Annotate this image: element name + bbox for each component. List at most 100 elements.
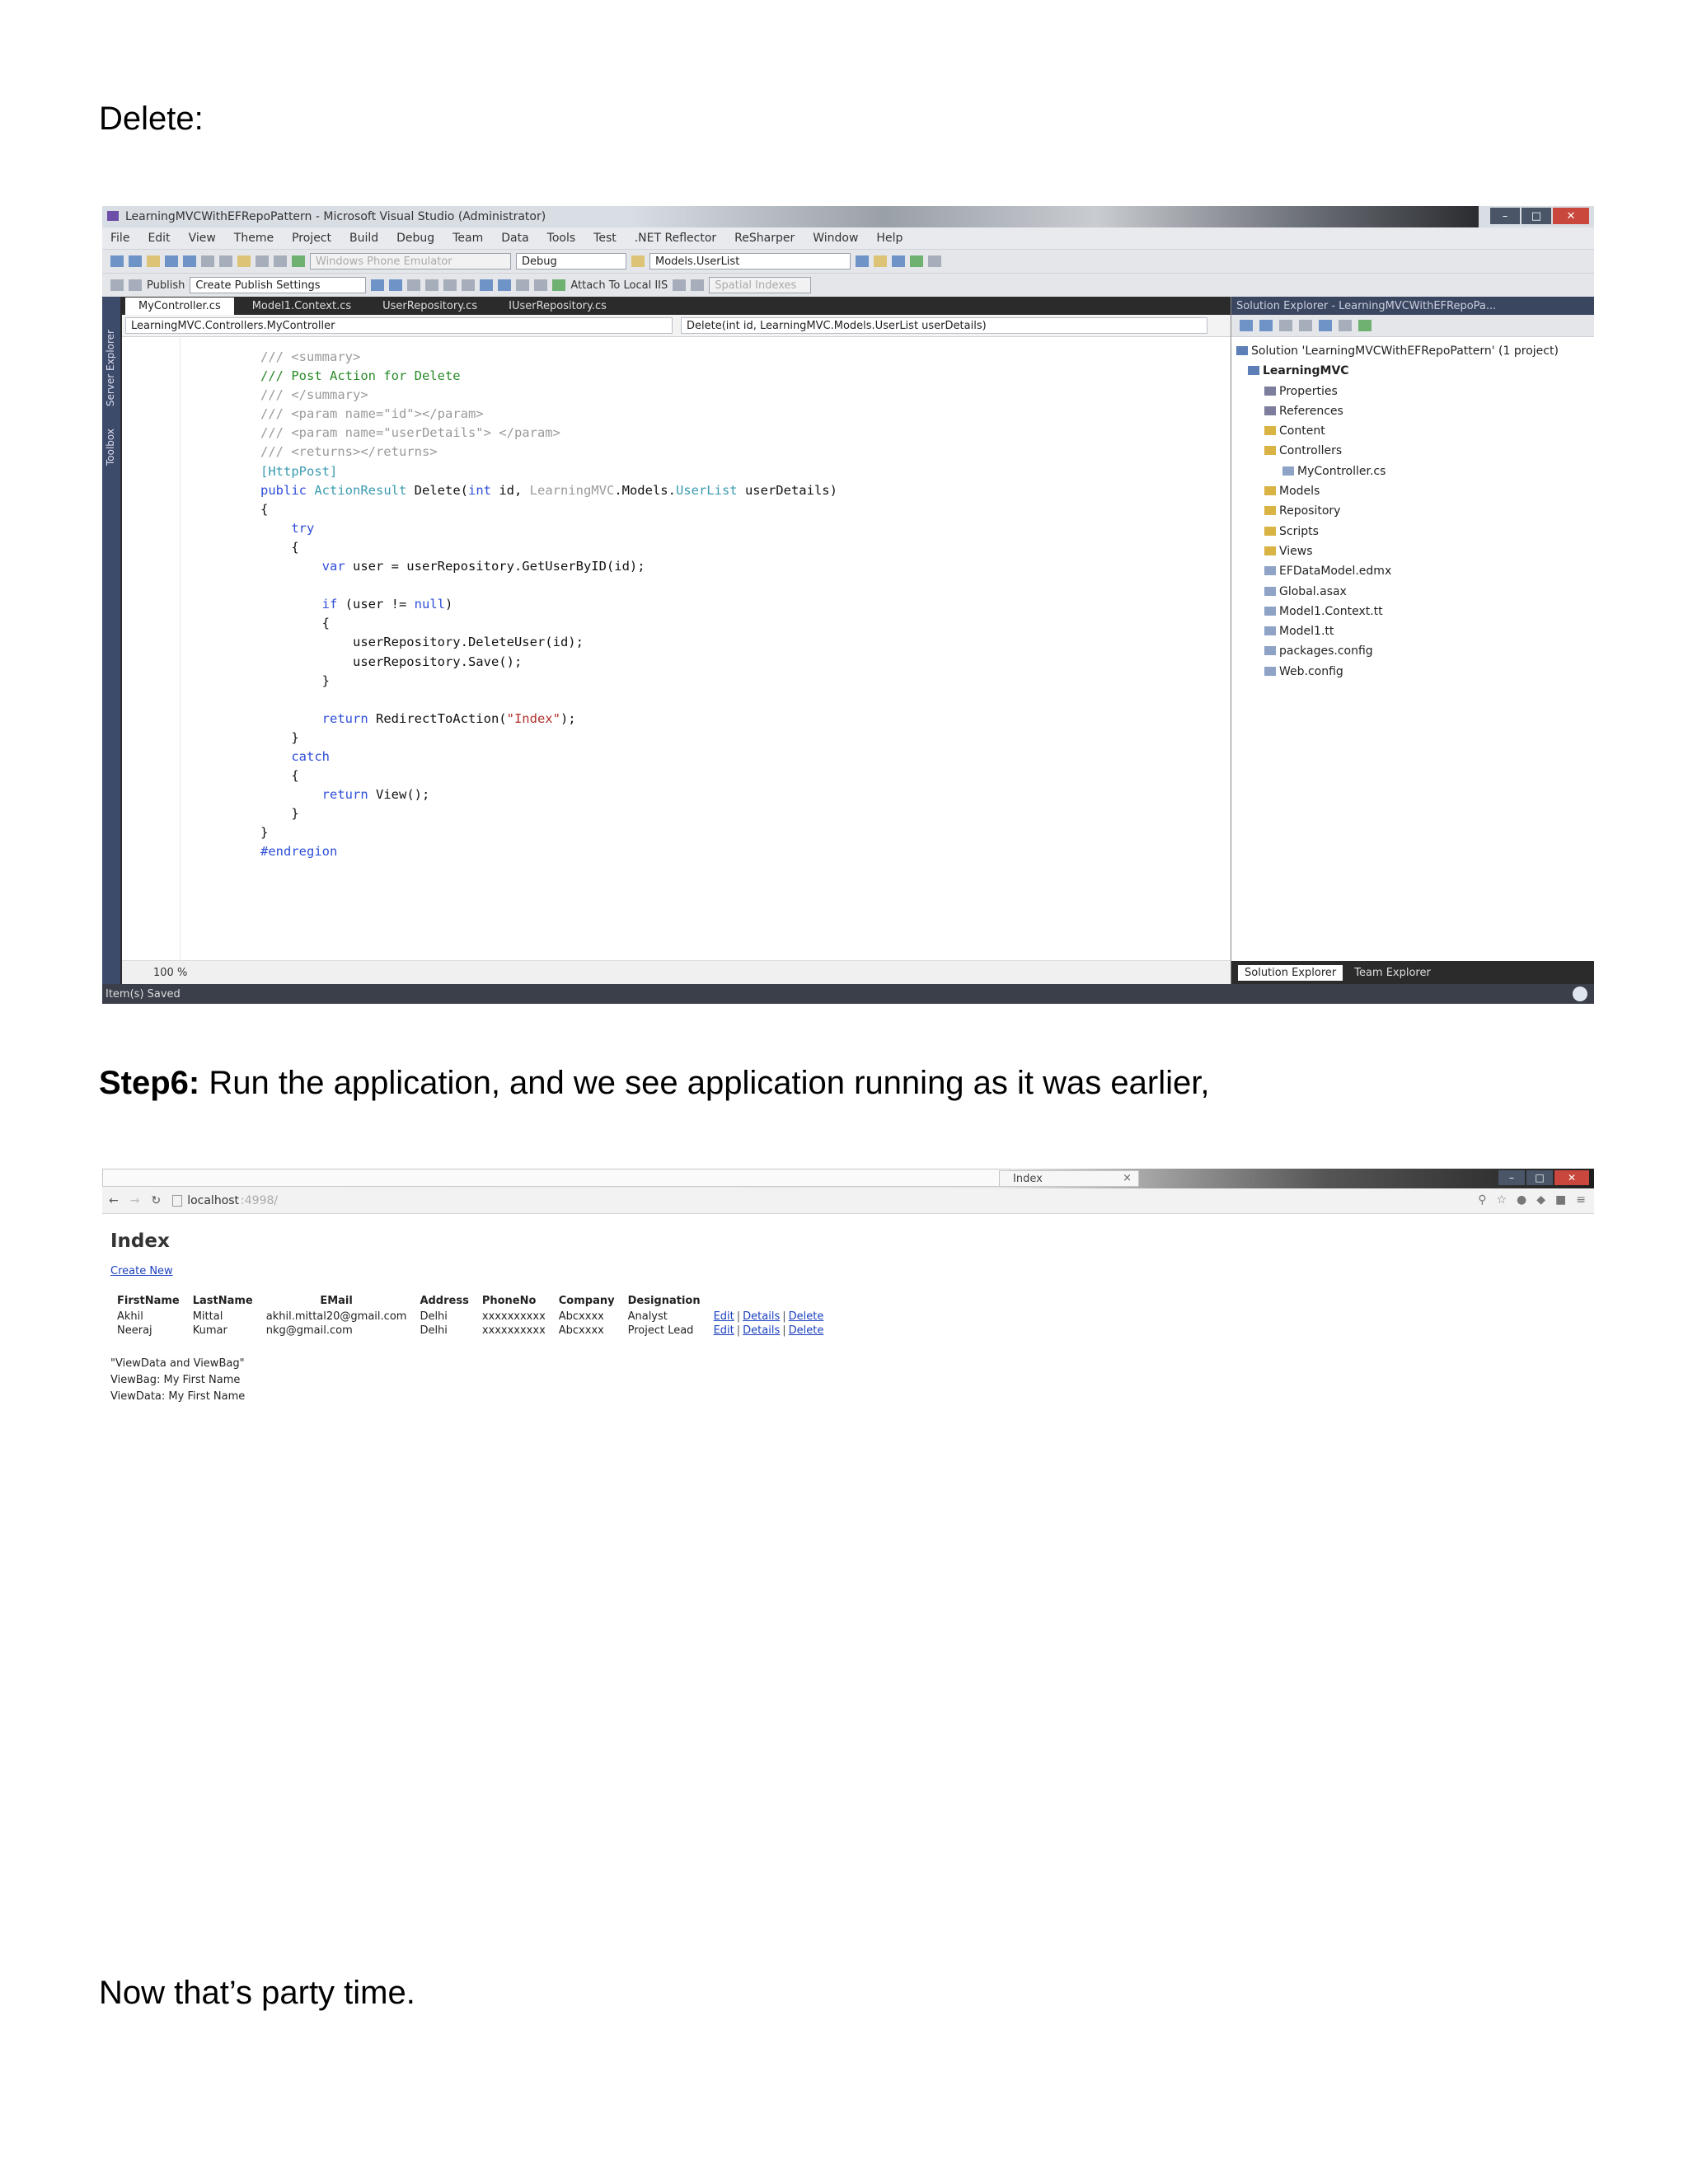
tree-item-packages[interactable]: packages.config (1236, 641, 1559, 661)
uncomment-icon[interactable] (498, 279, 512, 291)
add-item-icon[interactable] (129, 255, 142, 267)
create-new-link[interactable]: Create New (110, 1265, 173, 1277)
refresh-icon[interactable] (1319, 320, 1332, 331)
web-toolbar-icon-b[interactable] (129, 279, 142, 291)
tree-item-edmx[interactable]: EFDataModel.edmx (1236, 561, 1559, 581)
forward-icon[interactable] (1259, 320, 1273, 331)
format-icon-d[interactable] (425, 279, 439, 291)
new-project-icon[interactable] (110, 255, 124, 267)
toolbar-icon-d[interactable] (910, 255, 923, 267)
sql-icon-b[interactable] (691, 279, 705, 291)
tab-team-explorer[interactable]: Team Explorer (1354, 967, 1431, 979)
tree-item-mycontroller[interactable]: MyController.cs (1236, 462, 1559, 481)
tab-mycontroller[interactable]: MyController.cs (125, 298, 234, 315)
menu-icon[interactable]: ≡ (1576, 1193, 1586, 1207)
toolbar-icon-c[interactable] (892, 255, 905, 267)
notification-icon[interactable] (1573, 987, 1587, 1001)
menu-help[interactable]: Help (876, 232, 903, 245)
format-icon-a[interactable] (371, 279, 385, 291)
menu-view[interactable]: View (189, 232, 216, 245)
format-icon-c[interactable] (407, 279, 421, 291)
save-icon[interactable] (165, 255, 178, 267)
browser-maximize-icon[interactable]: □ (1526, 1170, 1553, 1185)
tree-item-models[interactable]: Models (1236, 481, 1559, 501)
bookmark-icon[interactable] (516, 279, 530, 291)
menu-file[interactable]: File (110, 232, 129, 245)
maximize-icon[interactable]: □ (1522, 208, 1551, 224)
menu-resharper[interactable]: ReSharper (734, 232, 795, 245)
tree-item-global-asax[interactable]: Global.asax (1236, 582, 1559, 602)
tab-close-icon[interactable]: × (1123, 1172, 1132, 1184)
tree-item-content[interactable]: Content (1236, 421, 1559, 441)
menu-build[interactable]: Build (349, 232, 378, 245)
menu-window[interactable]: Window (813, 232, 858, 245)
browser-minimize-icon[interactable]: – (1498, 1170, 1525, 1185)
back-icon[interactable] (1240, 320, 1253, 331)
menu-tools[interactable]: Tools (547, 232, 576, 245)
format-icon-b[interactable] (389, 279, 403, 291)
attach-icon[interactable] (552, 279, 566, 291)
back-arrow-icon[interactable]: ← (109, 1194, 119, 1207)
tree-item-context-tt[interactable]: Model1.Context.tt (1236, 602, 1559, 621)
show-all-files-icon[interactable] (1358, 320, 1372, 331)
member-navigation-select[interactable]: Delete(int id, LearningMVC.Models.UserLi… (681, 317, 1207, 334)
start-debug-icon[interactable] (292, 255, 305, 267)
config-select[interactable]: Debug (516, 253, 626, 269)
menu-project[interactable]: Project (292, 232, 331, 245)
menu-debug[interactable]: Debug (396, 232, 434, 245)
tab-iuserrepository[interactable]: IUserRepository.cs (495, 298, 620, 315)
tab-model1-context[interactable]: Model1.Context.cs (239, 298, 364, 315)
server-explorer-tab[interactable]: Server Explorer (105, 330, 116, 406)
web-toolbar-icon-a[interactable] (110, 279, 124, 291)
paste-icon[interactable] (237, 255, 251, 267)
menu-data[interactable]: Data (501, 232, 528, 245)
browser-close-icon[interactable]: ✕ (1554, 1170, 1589, 1185)
open-file-icon[interactable] (147, 255, 160, 267)
toolbar-icon-a[interactable] (856, 255, 869, 267)
tab-solution-explorer[interactable]: Solution Explorer (1238, 964, 1343, 981)
toolbar-icon-b[interactable] (874, 255, 887, 267)
zoom-search-icon[interactable]: ⚲ (1478, 1193, 1486, 1207)
minimize-icon[interactable]: – (1490, 208, 1520, 224)
edit-link[interactable]: Edit (714, 1324, 734, 1337)
tree-item-repository[interactable]: Repository (1236, 501, 1559, 521)
tree-item-properties[interactable]: Properties (1236, 382, 1559, 401)
publish-settings-select[interactable]: Create Publish Settings (190, 277, 367, 293)
menu-net-reflector[interactable]: .NET Reflector (635, 232, 716, 245)
tree-item-project[interactable]: LearningMVC (1236, 361, 1559, 381)
undo-icon[interactable] (256, 255, 269, 267)
extension-icon-2[interactable]: ◆ (1536, 1193, 1545, 1207)
menu-test[interactable]: Test (593, 232, 617, 245)
home-icon[interactable] (1279, 320, 1292, 331)
tree-item-references[interactable]: References (1236, 401, 1559, 421)
class-navigation-select[interactable]: LearningMVC.Controllers.MyController (125, 317, 673, 334)
delete-link[interactable]: Delete (789, 1324, 824, 1337)
cut-icon[interactable] (201, 255, 214, 267)
menu-theme[interactable]: Theme (234, 232, 274, 245)
collapse-all-icon[interactable] (1299, 320, 1312, 331)
save-all-icon[interactable] (183, 255, 196, 267)
details-link[interactable]: Details (743, 1310, 780, 1323)
extension-icon[interactable]: ● (1517, 1193, 1526, 1207)
tree-item-webconfig[interactable]: Web.config (1236, 662, 1559, 682)
edit-link[interactable]: Edit (714, 1310, 734, 1323)
code-area[interactable]: /// <summary> /// Post Action for Delete… (122, 338, 1294, 961)
tree-item-scripts[interactable]: Scripts (1236, 522, 1559, 541)
outdent-icon[interactable] (462, 279, 476, 291)
bookmark-star-icon[interactable]: ☆ (1496, 1193, 1507, 1207)
copy-icon[interactable] (219, 255, 232, 267)
indent-icon[interactable] (443, 279, 457, 291)
delete-link[interactable]: Delete (789, 1310, 824, 1323)
extension-icon-3[interactable]: ■ (1555, 1193, 1566, 1207)
tree-item-model-tt[interactable]: Model1.tt (1236, 621, 1559, 641)
redo-icon[interactable] (274, 255, 287, 267)
emulator-select[interactable]: Windows Phone Emulator (310, 253, 511, 269)
url-field[interactable]: localhost:4998/ (172, 1193, 278, 1209)
forward-arrow-icon[interactable]: → (130, 1194, 140, 1207)
menu-team[interactable]: Team (452, 232, 483, 245)
comment-icon[interactable] (480, 279, 494, 291)
attach-iis-label[interactable]: Attach To Local IIS (570, 279, 668, 292)
sql-icon-a[interactable] (673, 279, 687, 291)
properties-icon[interactable] (1339, 320, 1352, 331)
find-icon[interactable] (631, 255, 645, 267)
